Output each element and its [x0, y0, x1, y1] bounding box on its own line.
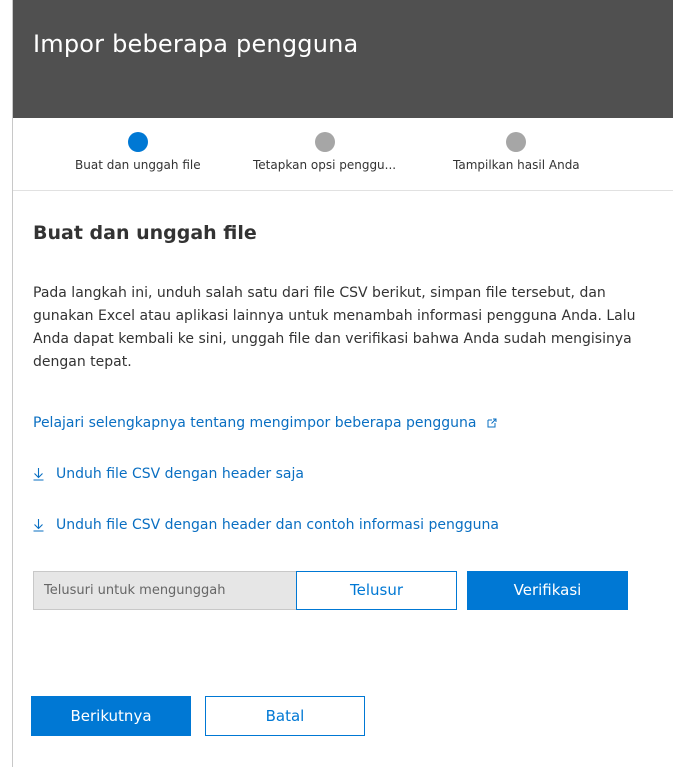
step-label: Tampilkan hasil Anda: [453, 158, 580, 172]
browse-button[interactable]: Telusur: [296, 571, 457, 610]
step-create-upload: Buat dan unggah file: [75, 132, 201, 172]
wizard-steps: Buat dan unggah file Tetapkan opsi pengg…: [13, 118, 673, 191]
upload-file-field[interactable]: Telusuri untuk mengunggah: [33, 571, 297, 610]
step-inactive-indicator: [506, 132, 527, 152]
step-show-results: Tampilkan hasil Anda: [453, 132, 580, 172]
step-set-options: Tetapkan opsi penggu...: [253, 132, 396, 172]
cancel-button[interactable]: Batal: [205, 696, 365, 736]
external-link-icon: [487, 418, 497, 428]
step-active-indicator: [127, 132, 148, 152]
next-button[interactable]: Berikutnya: [31, 696, 191, 736]
step-inactive-indicator: [314, 132, 335, 152]
download-sample-link[interactable]: Unduh file CSV dengan header dan contoh …: [33, 517, 499, 533]
section-title: Buat dan unggah file: [33, 222, 257, 244]
section-description: Pada langkah ini, unduh salah satu dari …: [33, 285, 636, 370]
panel-title: Impor beberapa pengguna: [33, 30, 359, 58]
learn-more-link[interactable]: Pelajari selengkapnya tentang mengimpor …: [33, 415, 497, 431]
download-icon: [33, 519, 44, 532]
download-icon: [33, 468, 44, 481]
panel-header: Impor beberapa pengguna: [13, 0, 673, 118]
step-label: Tetapkan opsi penggu...: [253, 158, 397, 172]
learn-more-label: Pelajari selengkapnya tentang mengimpor …: [33, 415, 477, 431]
section-header: Buat dan unggah file: [33, 222, 659, 244]
verify-button[interactable]: Verifikasi: [467, 571, 628, 610]
download-sample-label: Unduh file CSV dengan header dan contoh …: [56, 517, 499, 533]
download-headers-label: Unduh file CSV dengan header saja: [56, 466, 304, 482]
import-users-panel: Impor beberapa pengguna Buat dan unggah …: [12, 0, 673, 767]
step-label: Buat dan unggah file: [75, 158, 201, 172]
download-headers-link[interactable]: Unduh file CSV dengan header saja: [33, 466, 304, 482]
